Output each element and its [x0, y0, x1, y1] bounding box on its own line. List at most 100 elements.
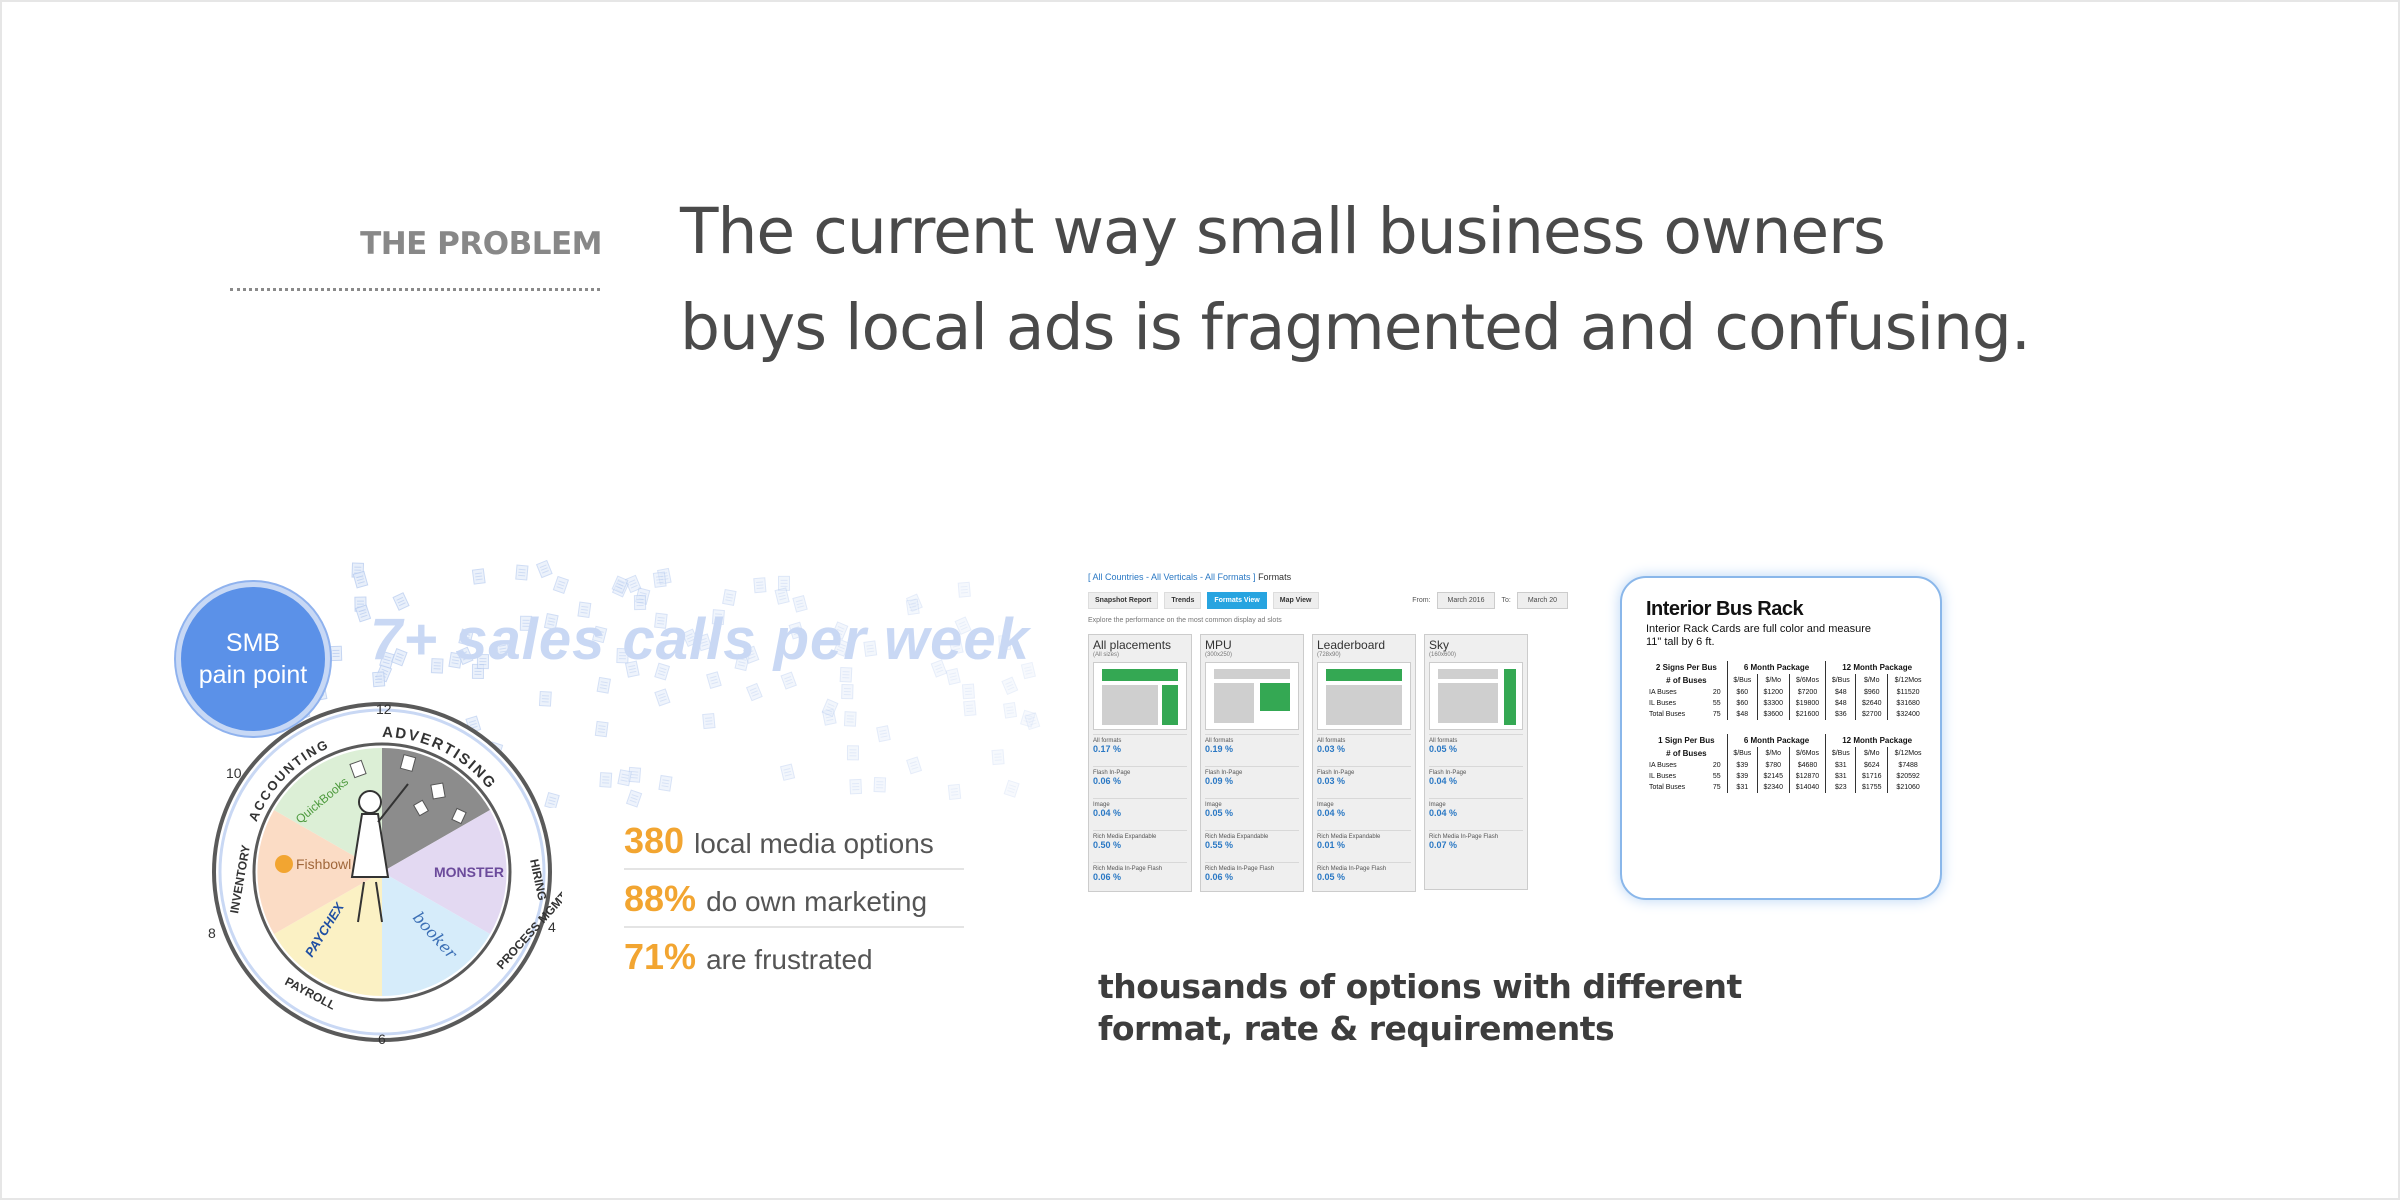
document-icon [515, 564, 529, 581]
table-cell: $11520 [1887, 687, 1928, 698]
table-cell: $1755 [1855, 782, 1888, 793]
table-pkg12-head: 12 Month Package [1825, 661, 1928, 674]
table-row: IL Buses 55 $39 $2145 $12870 $31 $1716 $20592 [1646, 771, 1928, 782]
badge-line-2: pain point [198, 661, 308, 689]
document-icon [372, 671, 386, 688]
from-label: From: [1412, 597, 1431, 604]
table-cell: IL Buses [1649, 773, 1676, 780]
stat-number: 71% [624, 936, 697, 977]
table-cell: $1200 [1756, 687, 1790, 698]
table-subhead: $/Bus [1825, 747, 1856, 760]
bus-rack-rate-card: Interior Bus Rack Interior Rack Cards ar… [1620, 576, 1942, 900]
table-cell: $21060 [1887, 782, 1928, 793]
document-icon [1001, 676, 1019, 696]
table-cell: 75 [1712, 711, 1721, 718]
card-subtitle: (160x600) [1429, 652, 1457, 658]
tab-map-view[interactable]: Map View [1272, 592, 1319, 609]
stat-number: 380 [624, 820, 685, 861]
table-cell: $1716 [1855, 771, 1888, 782]
table-row: Total Buses 75 $48 $3600 $21600 $36 $2700 $3240… [1646, 709, 1928, 720]
document-icon [652, 571, 667, 588]
metric-value: 0.06 % [1205, 872, 1234, 882]
caption-line-1: thousands of options with different [1098, 967, 1742, 1006]
format-card-mpu[interactable]: MPU (300x250) All formats 0.19 % Flash In… [1200, 634, 1304, 892]
table-col-head: 2 Signs Per Bus [1655, 663, 1717, 672]
table-cell: IA Buses [1649, 762, 1677, 769]
document-icon [654, 688, 671, 707]
metric-value: 0.05 % [1317, 872, 1346, 882]
format-card-all-placements[interactable]: All placements (All sizes) All formats 0.… [1088, 634, 1192, 892]
format-card-leaderboard[interactable]: Leaderboard (728x90) All formats 0.03 % F… [1312, 634, 1416, 892]
document-icon [906, 756, 923, 775]
document-icon [849, 778, 863, 795]
document-icon [471, 568, 486, 585]
table-row: IL Buses 55 $60 $3300 $19800 $48 $2640 $31680 [1646, 698, 1928, 709]
table-cell: $2145 [1756, 771, 1790, 782]
metric: Image 0.04 % [1317, 798, 1411, 826]
table-col-sub: # of Buses [1666, 749, 1707, 758]
metric-value: 0.17 % [1093, 744, 1122, 754]
metric: All formats 0.19 % [1205, 734, 1299, 762]
metric: All formats 0.05 % [1429, 734, 1523, 762]
document-icon [876, 725, 891, 743]
card-subtitle: (728x90) [1317, 652, 1341, 658]
smb-pain-point-badge: SMB pain point [176, 582, 330, 736]
document-icon [702, 713, 716, 730]
format-cards: All placements (All sizes) All formats 0.… [1088, 634, 1568, 892]
clock-6: 6 [378, 1031, 386, 1047]
table-cell: 75 [1712, 784, 1721, 791]
document-icon [552, 575, 570, 594]
document-icon [596, 676, 612, 694]
metric-value: 0.04 % [1429, 776, 1458, 786]
metric-value: 0.06 % [1093, 776, 1122, 786]
tab-snapshot-report[interactable]: Snapshot Report [1088, 592, 1159, 609]
breadcrumb-links[interactable]: [ All Countries - All Verticals - All Fo… [1088, 572, 1256, 582]
options-caption: thousands of options with different form… [1098, 966, 1742, 1050]
metric: Rich Media In-Page Flash 0.07 % [1429, 830, 1523, 858]
from-date-select[interactable]: March 2016 [1436, 592, 1496, 609]
brand-fishbowl: Fishbowl [296, 856, 351, 872]
table-subhead: $/Bus [1726, 747, 1758, 760]
table-cell: IA Buses [1649, 689, 1677, 696]
table-cell: $48 [1726, 709, 1758, 720]
document-icon [329, 645, 343, 662]
table-subhead: $/Bus [1825, 674, 1856, 687]
stat-text: do own marketing [706, 886, 928, 917]
format-card-sky[interactable]: Sky (160x600) All formats 0.05 % Flash In… [1424, 634, 1528, 890]
to-label: To: [1501, 597, 1511, 604]
table-cell: $31 [1825, 760, 1856, 771]
metric: Flash In-Page 0.04 % [1429, 766, 1523, 794]
metric: Flash In-Page 0.03 % [1317, 766, 1411, 794]
ad-formats-panel: [ All Countries - All Verticals - All Fo… [1088, 572, 1568, 912]
tab-formats-view[interactable]: Formats View [1207, 592, 1267, 609]
table-cell: $31 [1726, 782, 1758, 793]
document-icon [779, 763, 796, 781]
table-cell: $7200 [1788, 687, 1826, 698]
table-row: IA Buses 20 $60 $1200 $7200 $48 $960 $11520 [1646, 687, 1928, 698]
metric-value: 0.04 % [1093, 808, 1122, 818]
document-icon [753, 577, 767, 594]
document-icon [1024, 712, 1041, 731]
to-date-select[interactable]: March 20 [1516, 592, 1568, 609]
metric: Rich Media In-Page Flash 0.06 % [1205, 862, 1299, 890]
bus-rack-description: Interior Rack Cards are full color and m… [1646, 623, 1924, 649]
breadcrumb-current: Formats [1255, 572, 1292, 582]
document-icon [745, 682, 763, 702]
tab-trends[interactable]: Trends [1164, 592, 1202, 609]
metric-value: 0.01 % [1317, 840, 1346, 850]
document-icon [957, 581, 971, 598]
bus-desc-line-1: Interior Rack Cards are full color and m… [1646, 623, 1871, 635]
view-tabs: Snapshot Report Trends Formats View Map … [1088, 592, 1568, 609]
sales-calls-headline: 7+ sales calls per week [370, 607, 1030, 672]
table-cell: $780 [1756, 760, 1790, 771]
bus-desc-line-2: 11" tall by 6 ft. [1646, 636, 1715, 648]
table-subhead: $/12Mos [1887, 674, 1928, 687]
table-cell: $19800 [1788, 698, 1826, 709]
table-col-sub: # of Buses [1666, 676, 1707, 685]
breadcrumb: [ All Countries - All Verticals - All Fo… [1088, 572, 1568, 582]
table-cell: $3600 [1756, 709, 1790, 720]
document-icon [1003, 702, 1018, 719]
document-icon [780, 671, 797, 690]
table-subhead: $/Mo [1756, 747, 1790, 760]
metric: Rich Media In-Page Flash 0.06 % [1093, 862, 1187, 890]
